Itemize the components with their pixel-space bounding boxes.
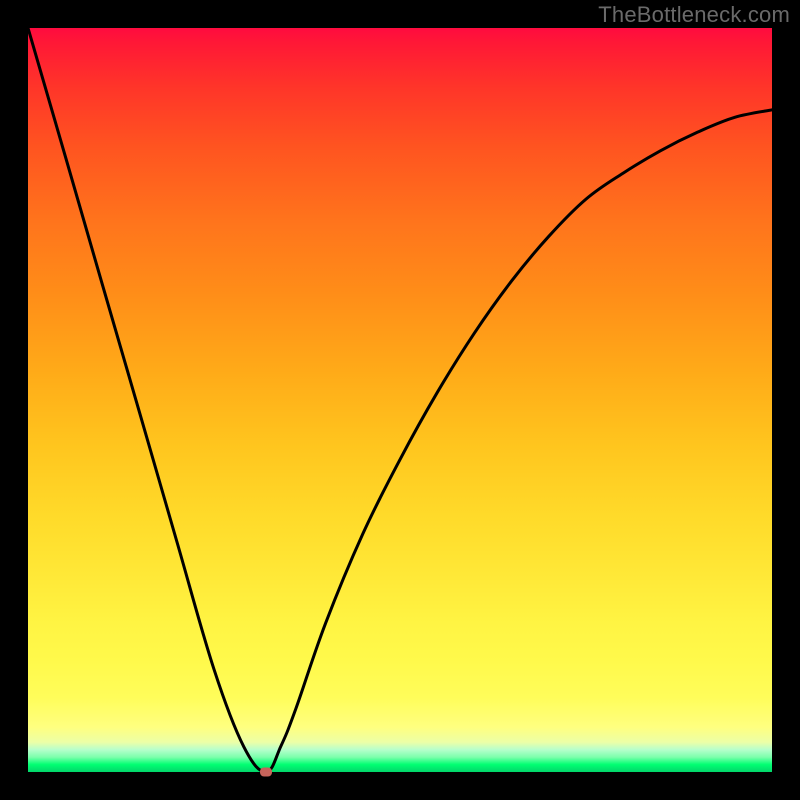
chart-frame: TheBottleneck.com	[0, 0, 800, 800]
optimal-marker	[260, 768, 272, 777]
attribution-text: TheBottleneck.com	[598, 2, 790, 28]
bottleneck-curve	[28, 28, 772, 772]
plot-area	[28, 28, 772, 772]
